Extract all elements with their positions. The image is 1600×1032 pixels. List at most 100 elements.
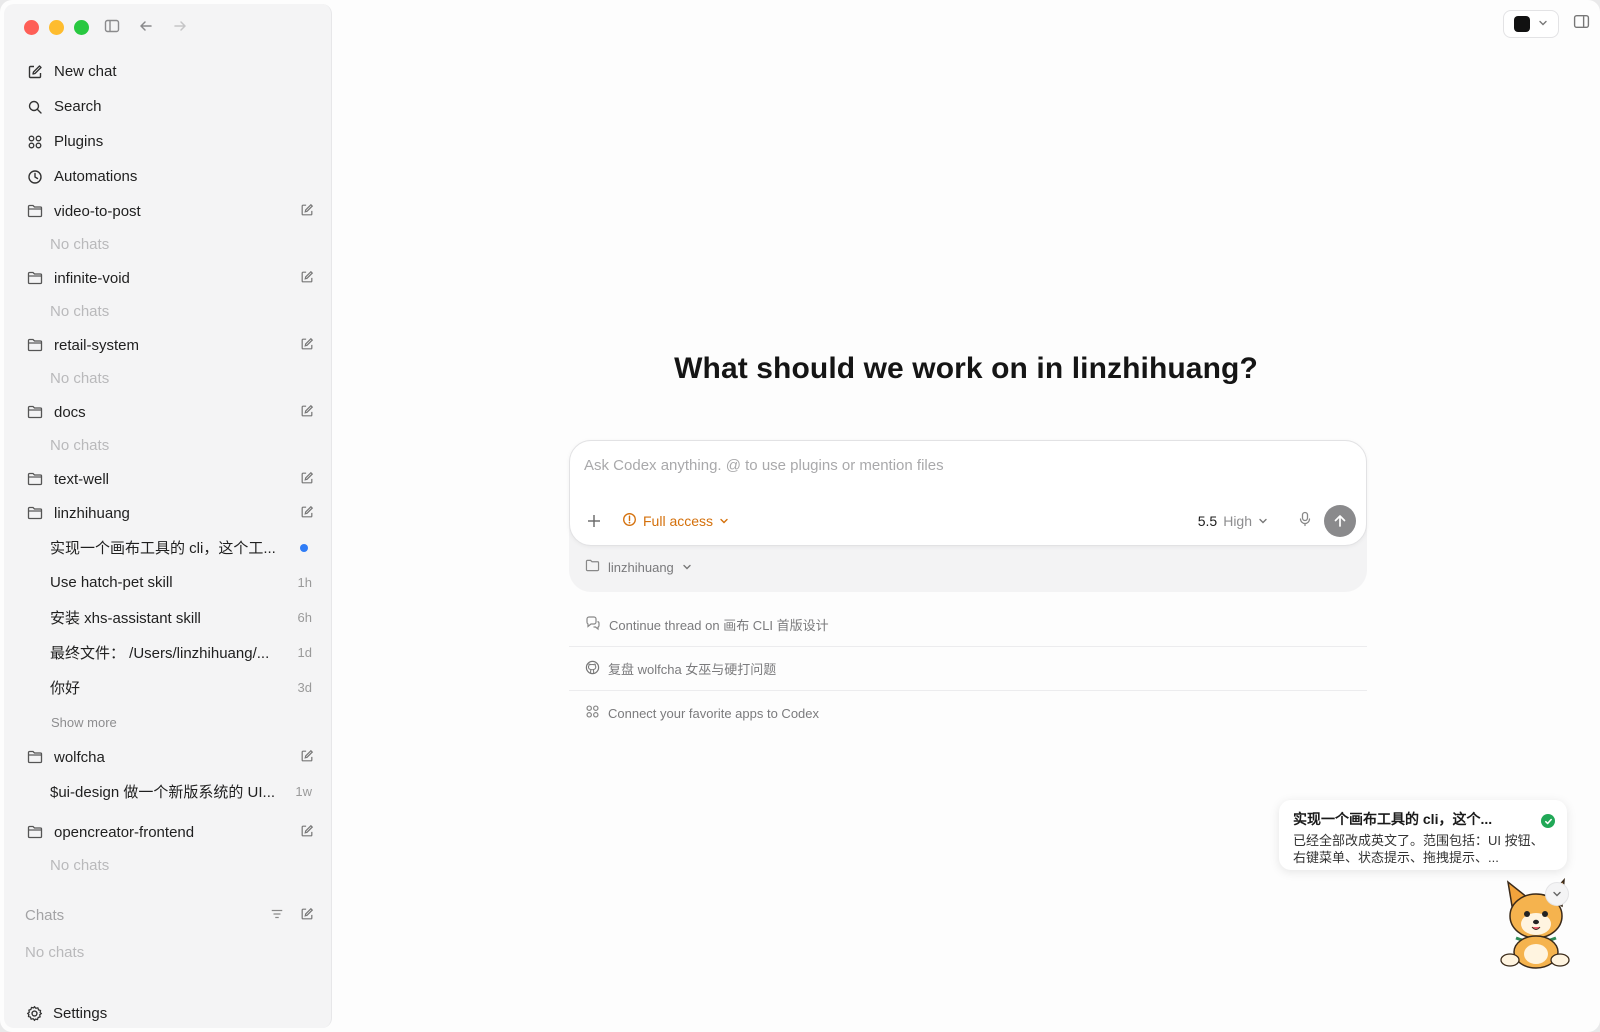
project-selector[interactable]: linzhihuang	[585, 557, 692, 577]
minimize-window-button[interactable]	[49, 20, 64, 35]
window-controls	[24, 20, 89, 35]
new-project-chat-icon[interactable]	[300, 404, 314, 422]
thread-item[interactable]: 实现一个画布工具的 cli，这个工...	[16, 530, 326, 565]
main-panel: What should we work on in linzhihuang? F…	[332, 0, 1600, 1032]
thread-item[interactable]: 你好 3d	[16, 670, 326, 705]
project-wolfcha[interactable]: wolfcha	[16, 740, 326, 774]
thread-item[interactable]: Use hatch-pet skill 1h	[16, 565, 326, 600]
folder-icon	[26, 403, 44, 421]
app-switcher-button[interactable]	[1503, 10, 1559, 38]
chevron-down-icon	[1538, 15, 1548, 33]
new-chat-button[interactable]: New chat	[16, 54, 326, 89]
model-selector[interactable]: 5.5 High	[1198, 509, 1268, 533]
notification-toast[interactable]: 实现一个画布工具的 cli，这个... 已经全部改成英文了。范围包括：UI 按钮…	[1279, 800, 1567, 870]
project-text-well[interactable]: text-well	[16, 462, 326, 496]
folder-open-icon	[26, 504, 44, 522]
warning-icon	[622, 512, 637, 530]
chevron-down-icon	[1258, 513, 1268, 529]
new-project-chat-icon[interactable]	[300, 471, 314, 489]
chats-section: Chats No chats	[16, 898, 326, 972]
chevron-down-icon	[682, 560, 692, 575]
unread-indicator	[300, 543, 308, 552]
toggle-sidebar-icon[interactable]	[104, 18, 120, 34]
plugins-icon	[26, 133, 44, 151]
main-toolbar	[1503, 10, 1590, 38]
thread-time: 6h	[297, 610, 312, 625]
suggestion-item[interactable]: 复盘 wolfcha 女巫与硬打问题	[569, 647, 1367, 691]
project-video-to-post[interactable]: video-to-post	[16, 194, 326, 228]
thread-item[interactable]: $ui-design 做一个新版系统的 UI... 1w	[16, 774, 326, 809]
prompt-input[interactable]	[584, 457, 1344, 474]
project-name: text-well	[54, 470, 110, 488]
new-project-chat-icon[interactable]	[300, 270, 314, 288]
folder-icon	[26, 823, 44, 841]
thread-item[interactable]: 安装 xhs-assistant skill 6h	[16, 600, 326, 635]
thread-title: Use hatch-pet skill	[50, 574, 173, 591]
project-infinite-void[interactable]: infinite-void	[16, 261, 326, 295]
automations-label: Automations	[54, 168, 138, 185]
show-more-link[interactable]: Show more	[16, 705, 326, 740]
access-mode-dropdown[interactable]: Full access	[622, 509, 729, 533]
folder-icon	[585, 559, 600, 575]
project-retail-system[interactable]: retail-system	[16, 328, 326, 362]
project-opencreator-frontend[interactable]: opencreator-frontend	[16, 815, 326, 849]
close-window-button[interactable]	[24, 20, 39, 35]
edit-icon	[26, 63, 44, 81]
project-name: wolfcha	[54, 748, 105, 766]
thread-item[interactable]: 最终文件： /Users/linzhihuang/... 1d	[16, 635, 326, 670]
project-linzhihuang[interactable]: linzhihuang	[16, 496, 326, 530]
sidebar-nav: New chat Search Plugins Automations vide…	[16, 54, 326, 882]
no-chats-label: No chats	[50, 303, 110, 320]
app-logo-icon	[1514, 16, 1530, 32]
thread-time: 1d	[297, 645, 312, 660]
no-chats-label: No chats	[50, 857, 110, 874]
new-project-chat-icon[interactable]	[300, 505, 314, 523]
notification-title: 实现一个画布工具的 cli，这个...	[1293, 811, 1493, 827]
thread-title: 安装 xhs-assistant skill	[50, 610, 201, 627]
new-project-chat-icon[interactable]	[300, 337, 314, 355]
settings-label: Settings	[53, 1004, 108, 1022]
app-window: New chat Search Plugins Automations vide…	[0, 0, 1600, 1032]
toggle-panel-icon[interactable]	[1573, 13, 1590, 35]
forward-arrow-icon[interactable]	[172, 18, 188, 34]
automations-button[interactable]: Automations	[16, 159, 326, 194]
page-title: What should we work on in linzhihuang?	[674, 352, 1258, 385]
notification-body: 已经全部改成英文了。范围包括：UI 按钮、右键菜单、状态提示、拖拽提示、...	[1293, 833, 1544, 865]
microphone-icon[interactable]	[1298, 511, 1312, 532]
project-name: docs	[54, 403, 86, 421]
new-project-chat-icon[interactable]	[300, 203, 314, 221]
project-docs[interactable]: docs	[16, 395, 326, 429]
new-chat-label: New chat	[54, 63, 117, 80]
access-label: Full access	[643, 513, 714, 529]
no-chats-label: No chats	[50, 437, 110, 454]
suggestion-label: 复盘 wolfcha 女巫与硬打问题	[608, 662, 777, 677]
filter-icon[interactable]	[270, 907, 284, 925]
project-name: retail-system	[54, 336, 140, 354]
search-button[interactable]: Search	[16, 89, 326, 124]
gear-icon	[26, 1005, 43, 1022]
search-icon	[26, 98, 44, 116]
thread-time: 1h	[297, 575, 312, 590]
new-chat-icon[interactable]	[300, 907, 314, 925]
collapse-pet-button[interactable]	[1545, 882, 1569, 906]
send-button[interactable]	[1324, 505, 1356, 537]
plugins-icon	[585, 704, 600, 722]
attach-plus-icon[interactable]	[584, 511, 604, 531]
thread-title: 最终文件： /Users/linzhihuang/...	[50, 645, 270, 662]
suggestion-item[interactable]: Connect your favorite apps to Codex	[569, 691, 1367, 735]
project-selector-label: linzhihuang	[608, 559, 674, 575]
new-project-chat-icon[interactable]	[300, 749, 314, 767]
clock-icon	[26, 168, 44, 186]
zoom-window-button[interactable]	[74, 20, 89, 35]
settings-button[interactable]: Settings	[16, 996, 107, 1030]
back-arrow-icon[interactable]	[138, 18, 154, 34]
chats-heading: Chats	[25, 906, 65, 924]
suggestion-item[interactable]: Continue thread on 画布 CLI 首版设计	[569, 603, 1367, 647]
check-circle-icon	[1541, 814, 1555, 828]
plugins-button[interactable]: Plugins	[16, 124, 326, 159]
project-name: linzhihuang	[54, 504, 130, 522]
search-label: Search	[54, 98, 102, 115]
model-version: 5.5	[1197, 513, 1218, 529]
suggestion-list: Continue thread on 画布 CLI 首版设计 复盘 wolfch…	[569, 603, 1367, 735]
new-project-chat-icon[interactable]	[300, 824, 314, 842]
